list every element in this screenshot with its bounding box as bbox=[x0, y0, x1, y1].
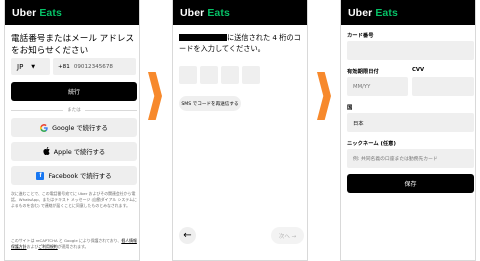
resend-sms-button[interactable]: SMS でコードを再送信する bbox=[179, 96, 241, 111]
continue-button[interactable]: 続行 bbox=[11, 82, 137, 101]
card-number-label: カード番号 bbox=[347, 33, 374, 39]
cvv-input[interactable] bbox=[412, 77, 474, 96]
redacted-phone-number bbox=[179, 34, 227, 41]
page-title: 電話番号またはメール アドレスをお知らせください bbox=[11, 34, 135, 56]
country-code-value: JP bbox=[17, 62, 24, 71]
consent-text: 次に進むことで、この電話番号宛てに Uber およびその関連会社から電話、Wha… bbox=[11, 191, 137, 209]
nickname-label: ニックネーム (任意) bbox=[347, 141, 396, 147]
apple-continue-button[interactable]: Apple で続行する bbox=[11, 142, 137, 161]
or-divider: または bbox=[11, 107, 137, 113]
country-code-select[interactable]: JP ▼ bbox=[11, 58, 50, 75]
otp-digit-2[interactable] bbox=[200, 66, 218, 84]
expiry-input[interactable]: MM/YY bbox=[347, 77, 408, 96]
back-arrow-icon[interactable]: ← bbox=[179, 227, 196, 244]
uber-eats-logo: Uber Eats bbox=[180, 6, 230, 19]
top-bar: Uber Eats bbox=[5, 0, 139, 25]
recaptcha-notice: このサイトは reCAPTCHA と Google により保護されており、個人情… bbox=[11, 238, 137, 250]
flow-arrow-icon bbox=[148, 72, 162, 120]
facebook-continue-label: Facebook で続行する bbox=[48, 173, 112, 180]
nickname-input[interactable]: 例: 共同名義の口座または勤務先カード bbox=[347, 149, 474, 168]
save-button[interactable]: 保存 bbox=[347, 174, 474, 193]
phone-screen-add-card: Uber Eats カード番号 有効期限日付 CVV MM/YY 国 日本 ニック… bbox=[340, 0, 476, 261]
next-button[interactable]: 次へ → bbox=[271, 227, 304, 244]
verification-prompt: に送信された 4 桁のコードを入力してください。 bbox=[179, 33, 301, 53]
google-icon bbox=[40, 123, 48, 132]
cvv-label: CVV bbox=[412, 67, 425, 73]
apple-continue-label: Apple で続行する bbox=[53, 149, 106, 156]
google-continue-label: Google で続行する bbox=[52, 125, 108, 132]
facebook-continue-button[interactable]: f Facebook で続行する bbox=[11, 166, 137, 185]
uber-eats-logo: Uber Eats bbox=[348, 6, 398, 19]
phone-screen-login: Uber Eats 電話番号またはメール アドレスをお知らせください JP ▼ +… bbox=[4, 0, 140, 261]
facebook-icon: f bbox=[36, 171, 45, 180]
expiry-label: 有効期限日付 bbox=[347, 69, 379, 75]
terms-link[interactable]: ご利用規約 bbox=[38, 244, 57, 249]
country-label: 国 bbox=[347, 105, 353, 111]
chevron-down-icon: ▼ bbox=[31, 63, 36, 70]
card-number-input[interactable] bbox=[347, 41, 474, 60]
top-bar: Uber Eats bbox=[341, 0, 475, 25]
google-continue-button[interactable]: Google で続行する bbox=[11, 118, 137, 137]
phone-number-input[interactable]: +81 09012345678 bbox=[53, 58, 136, 75]
flow-arrow-icon bbox=[317, 72, 331, 120]
uber-eats-logo: Uber Eats bbox=[12, 6, 62, 19]
top-bar: Uber Eats bbox=[173, 0, 307, 25]
otp-digit-3[interactable] bbox=[221, 66, 239, 84]
country-select[interactable]: 日本 bbox=[347, 113, 474, 132]
phone-screen-verify: Uber Eats に送信された 4 桁のコードを入力してください。 SMS でコ… bbox=[172, 0, 308, 261]
phone-placeholder: 09012345678 bbox=[73, 63, 113, 70]
apple-icon bbox=[43, 146, 50, 157]
otp-digit-4[interactable] bbox=[242, 66, 260, 84]
otp-digit-1[interactable] bbox=[179, 66, 197, 84]
phone-prefix: +81 bbox=[58, 63, 70, 70]
